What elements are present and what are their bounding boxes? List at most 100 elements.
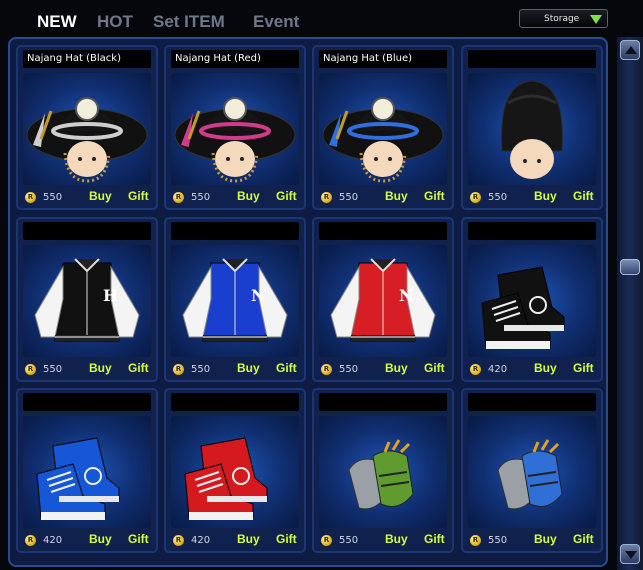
coin-icon: R — [173, 364, 184, 375]
item-price: 550 — [339, 192, 359, 203]
item-thumbnail[interactable] — [468, 416, 596, 528]
coin-icon: R — [321, 535, 332, 546]
item-thumbnail[interactable] — [468, 73, 596, 185]
buy-button[interactable]: Buy — [89, 361, 112, 375]
coin-icon: R — [173, 192, 184, 203]
item-price: 420 — [488, 364, 508, 375]
coin-icon: R — [173, 535, 184, 546]
storage-label: Storage — [544, 14, 580, 24]
dropdown-arrow-icon — [590, 15, 602, 24]
item-thumbnail[interactable]: H — [23, 245, 151, 357]
tab-new[interactable]: NEW — [37, 12, 77, 32]
item-name — [468, 393, 596, 411]
gift-button[interactable]: Gift — [276, 189, 297, 203]
item-thumbnail[interactable]: N — [171, 245, 299, 357]
gift-button[interactable]: Gift — [128, 189, 149, 203]
gift-button[interactable]: Gift — [128, 532, 149, 546]
gift-button[interactable]: Gift — [573, 532, 594, 546]
item-thumbnail[interactable] — [171, 416, 299, 528]
item-name — [171, 222, 299, 240]
coin-icon: R — [25, 364, 36, 375]
item-thumbnail[interactable] — [319, 416, 447, 528]
item-card[interactable]: R 420 Buy Gift — [164, 388, 306, 553]
item-card[interactable]: R 420 Buy Gift — [461, 217, 603, 382]
item-card[interactable]: Najang Hat (Black) R 550 Buy Gift — [16, 45, 158, 210]
buy-button[interactable]: Buy — [237, 361, 260, 375]
scroll-thumb[interactable] — [620, 259, 640, 275]
item-price: 550 — [43, 364, 63, 375]
item-price: 550 — [339, 364, 359, 375]
scroll-up-button[interactable] — [620, 40, 640, 60]
item-name — [23, 393, 151, 411]
vertical-scrollbar[interactable] — [617, 37, 643, 570]
buy-button[interactable]: Buy — [534, 361, 557, 375]
item-name: Najang Hat (Red) — [171, 50, 299, 68]
item-name — [468, 222, 596, 240]
item-name: Najang Hat (Black) — [23, 50, 151, 68]
item-price: 420 — [191, 535, 211, 546]
coin-icon: R — [470, 192, 481, 203]
item-name — [171, 393, 299, 411]
gift-button[interactable]: Gift — [424, 361, 445, 375]
buy-button[interactable]: Buy — [385, 189, 408, 203]
coin-icon: R — [321, 192, 332, 203]
coin-icon: R — [470, 364, 481, 375]
tab-set-item[interactable]: Set ITEM — [153, 12, 225, 32]
buy-button[interactable]: Buy — [89, 532, 112, 546]
gift-button[interactable]: Gift — [424, 189, 445, 203]
svg-text:H: H — [103, 286, 118, 305]
coin-icon: R — [25, 535, 36, 546]
coin-icon: R — [25, 192, 36, 203]
item-thumbnail[interactable] — [319, 73, 447, 185]
item-price: 550 — [43, 192, 63, 203]
svg-text:N: N — [251, 286, 266, 305]
category-tabs: NEW HOT Set ITEM Event Storage — [0, 0, 643, 40]
buy-button[interactable]: Buy — [534, 532, 557, 546]
buy-button[interactable]: Buy — [237, 189, 260, 203]
item-card[interactable]: Najang Hat (Red) R 550 Buy Gift — [164, 45, 306, 210]
item-grid-panel: Najang Hat (Black) R 550 Buy Gift Najang… — [8, 37, 608, 567]
item-card[interactable]: N R 550 Buy Gift — [164, 217, 306, 382]
scroll-down-button[interactable] — [620, 544, 640, 564]
item-card[interactable]: R 550 Buy Gift — [461, 388, 603, 553]
item-price: 550 — [191, 192, 211, 203]
gift-button[interactable]: Gift — [276, 532, 297, 546]
item-thumbnail[interactable] — [171, 73, 299, 185]
storage-dropdown[interactable]: Storage — [519, 9, 608, 28]
item-card[interactable]: R 420 Buy Gift — [16, 388, 158, 553]
svg-text:N: N — [399, 286, 414, 305]
item-thumbnail[interactable] — [23, 73, 151, 185]
item-card[interactable]: Najang Hat (Blue) R 550 Buy Gift — [312, 45, 454, 210]
arrow-up-icon — [625, 46, 637, 54]
buy-button[interactable]: Buy — [534, 189, 557, 203]
buy-button[interactable]: Buy — [385, 532, 408, 546]
item-thumbnail[interactable] — [23, 416, 151, 528]
item-thumbnail[interactable] — [468, 245, 596, 357]
item-price: 550 — [488, 535, 508, 546]
buy-button[interactable]: Buy — [385, 361, 408, 375]
gift-button[interactable]: Gift — [573, 361, 594, 375]
arrow-down-icon — [625, 551, 637, 559]
tab-hot[interactable]: HOT — [97, 12, 133, 32]
item-name — [319, 393, 447, 411]
buy-button[interactable]: Buy — [237, 532, 260, 546]
gift-button[interactable]: Gift — [128, 361, 149, 375]
item-name — [319, 222, 447, 240]
item-name — [468, 50, 596, 68]
item-name — [23, 222, 151, 240]
item-price: 550 — [488, 192, 508, 203]
coin-icon: R — [470, 535, 481, 546]
item-card[interactable]: H R 550 Buy Gift — [16, 217, 158, 382]
item-card[interactable]: R 550 Buy Gift — [312, 388, 454, 553]
item-thumbnail[interactable]: N — [319, 245, 447, 357]
item-price: 420 — [43, 535, 63, 546]
gift-button[interactable]: Gift — [276, 361, 297, 375]
tab-event[interactable]: Event — [253, 12, 299, 32]
buy-button[interactable]: Buy — [89, 189, 112, 203]
item-card[interactable]: R 550 Buy Gift — [461, 45, 603, 210]
gift-button[interactable]: Gift — [573, 189, 594, 203]
item-name: Najang Hat (Blue) — [319, 50, 447, 68]
gift-button[interactable]: Gift — [424, 532, 445, 546]
item-price: 550 — [191, 364, 211, 375]
item-card[interactable]: N R 550 Buy Gift — [312, 217, 454, 382]
